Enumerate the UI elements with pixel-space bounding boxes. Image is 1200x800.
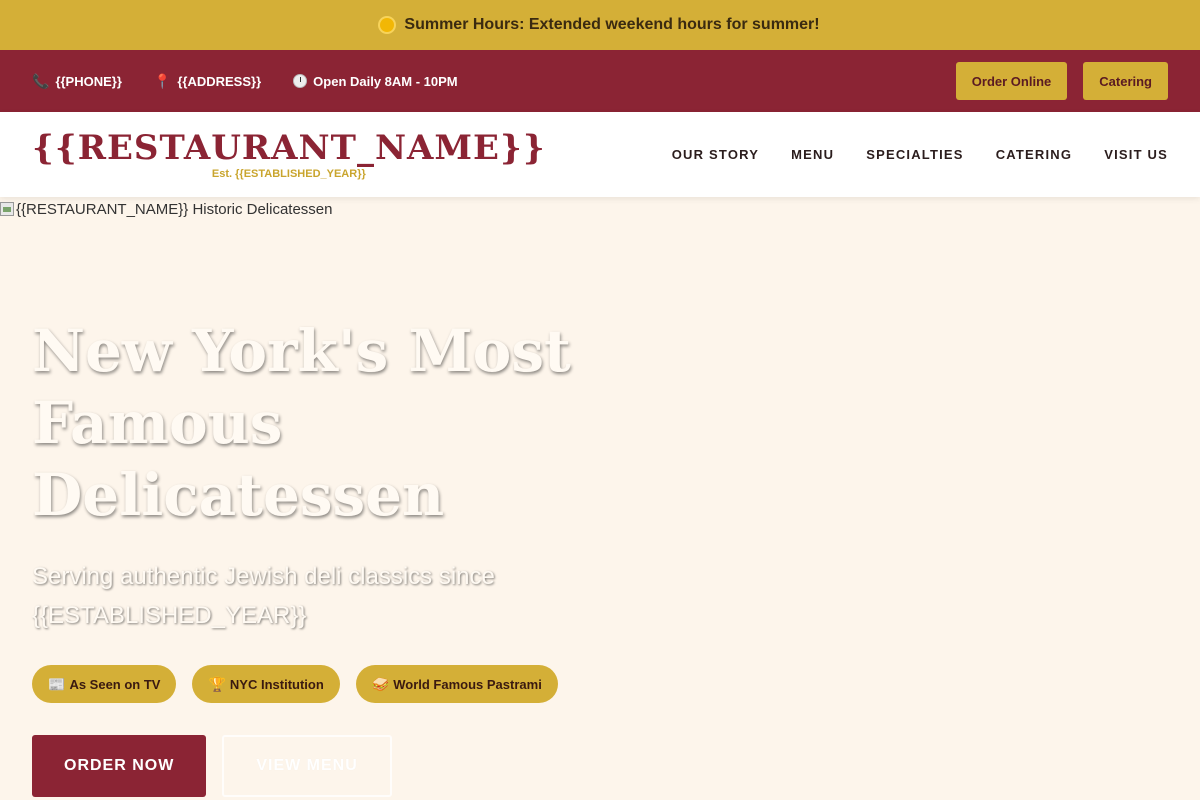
badge-nyc-institution: 🏆 NYC Institution <box>192 665 340 703</box>
top-info-bar: 📞 {{PHONE}} 📍 {{ADDRESS}} Open Daily 8AM… <box>0 50 1200 112</box>
nav-our-story[interactable]: OUR STORY <box>672 147 759 162</box>
nav-menu[interactable]: MENU <box>791 147 834 162</box>
address-text: {{ADDRESS}} <box>177 73 262 89</box>
announcement-bar: Summer Hours: Extended weekend hours for… <box>0 0 1200 50</box>
phone-icon: 📞 <box>32 72 50 89</box>
hours-info: Open Daily 8AM - 10PM <box>293 73 458 89</box>
hours-text: Open Daily 8AM - 10PM <box>313 73 458 89</box>
phone-text: {{PHONE}} <box>55 73 122 89</box>
badge-label: World Famous Pastrami <box>393 676 542 692</box>
order-now-button[interactable]: ORDER NOW <box>32 735 207 797</box>
badge-as-seen-on-tv: 📰 As Seen on TV <box>32 665 177 703</box>
hero-badges: 📰 As Seen on TV 🏆 NYC Institution 🥪 Worl… <box>32 665 652 703</box>
hero-title: New York's Most Famous Delicatessen <box>32 317 571 529</box>
phone-info[interactable]: 📞 {{PHONE}} <box>32 73 122 90</box>
nav-specialties[interactable]: SPECIALTIES <box>866 147 963 162</box>
contact-info: 📞 {{PHONE}} 📍 {{ADDRESS}} Open Daily 8AM… <box>32 73 458 90</box>
brand-logo[interactable]: {{RESTAURANT_NAME}} Est. {{ESTABLISHED_Y… <box>32 130 546 180</box>
hero-content: New York's Most Famous Delicatessen Serv… <box>32 315 652 797</box>
sandwich-icon: 🥪 <box>371 675 390 692</box>
order-online-button[interactable]: Order Online <box>955 62 1068 100</box>
top-actions: Order Online Catering <box>955 62 1168 100</box>
view-menu-button[interactable]: VIEW MENU <box>222 735 392 797</box>
restaurant-name: {{RESTAURANT_NAME}} <box>32 127 546 168</box>
nav-visit-us[interactable]: VISIT US <box>1104 147 1168 162</box>
established-year: Est. {{ESTABLISHED_YEAR}} <box>211 167 366 180</box>
newspaper-icon: 📰 <box>48 675 66 692</box>
clock-icon <box>293 74 308 88</box>
primary-nav: OUR STORY MENU SPECIALTIES CATERING VISI… <box>672 147 1168 162</box>
trophy-icon: 🏆 <box>208 675 226 692</box>
map-pin-icon: 📍 <box>153 72 172 89</box>
badge-label: NYC Institution <box>229 676 324 692</box>
nav-catering[interactable]: CATERING <box>996 147 1073 162</box>
catering-button[interactable]: Catering <box>1083 62 1168 100</box>
hero-image-alt: {{RESTAURANT_NAME}} Historic Delicatesse… <box>16 200 333 218</box>
broken-image-icon <box>0 202 14 216</box>
hero-section: {{RESTAURANT_NAME}} Historic Delicatesse… <box>0 197 1200 800</box>
address-info[interactable]: 📍 {{ADDRESS}} <box>154 73 261 90</box>
badge-world-famous-pastrami: 🥪 World Famous Pastrami <box>355 665 558 703</box>
hero-subtitle: Serving authentic Jewish deli classics s… <box>32 563 495 629</box>
badge-label: As Seen on TV <box>69 676 161 692</box>
main-navbar: {{RESTAURANT_NAME}} Est. {{ESTABLISHED_Y… <box>0 112 1200 197</box>
announcement-text: Summer Hours: Extended weekend hours for… <box>404 16 820 33</box>
hero-ctas: ORDER NOW VIEW MENU <box>32 735 652 797</box>
sun-icon <box>380 18 395 32</box>
hero-image: {{RESTAURANT_NAME}} Historic Delicatesse… <box>0 197 1200 221</box>
